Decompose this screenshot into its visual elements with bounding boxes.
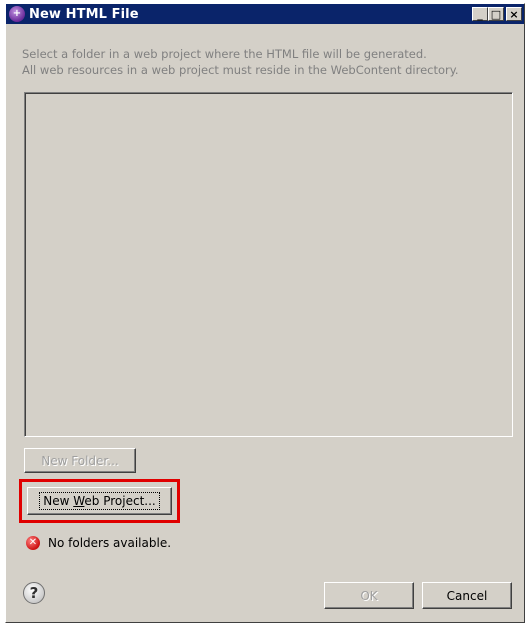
error-icon: ✕ [26, 536, 40, 550]
new-web-project-label-start: New [43, 494, 74, 508]
focus-rect: New Web Project... [39, 492, 160, 510]
wizard-icon: + [9, 6, 25, 22]
help-icon[interactable]: ? [23, 582, 45, 604]
instructions-line-2: All web resources in a web project must … [22, 63, 459, 77]
folder-tree[interactable] [24, 92, 513, 437]
minimize-button[interactable]: _ [472, 7, 488, 21]
status-text: No folders available. [48, 536, 172, 550]
mnemonic-w: W [73, 494, 85, 508]
title-bar[interactable]: + New HTML File _ □ × [6, 4, 524, 24]
maximize-button[interactable]: □ [488, 7, 504, 21]
cancel-button[interactable]: Cancel [422, 582, 512, 609]
status-message: ✕ No folders available. [26, 536, 171, 550]
instructions-line-1: Select a folder in a web project where t… [22, 47, 427, 61]
new-html-file-dialog: + New HTML File _ □ × Select a folder in… [5, 3, 525, 623]
new-folder-button[interactable]: New Folder... [24, 448, 136, 473]
window-title: New HTML File [29, 6, 139, 22]
new-web-project-label-end: eb Project... [84, 494, 156, 508]
new-web-project-button[interactable]: New Web Project... [27, 487, 172, 515]
instructions: Select a folder in a web project where t… [22, 46, 518, 78]
ok-button[interactable]: OK [324, 582, 414, 609]
close-button[interactable]: × [506, 7, 522, 21]
